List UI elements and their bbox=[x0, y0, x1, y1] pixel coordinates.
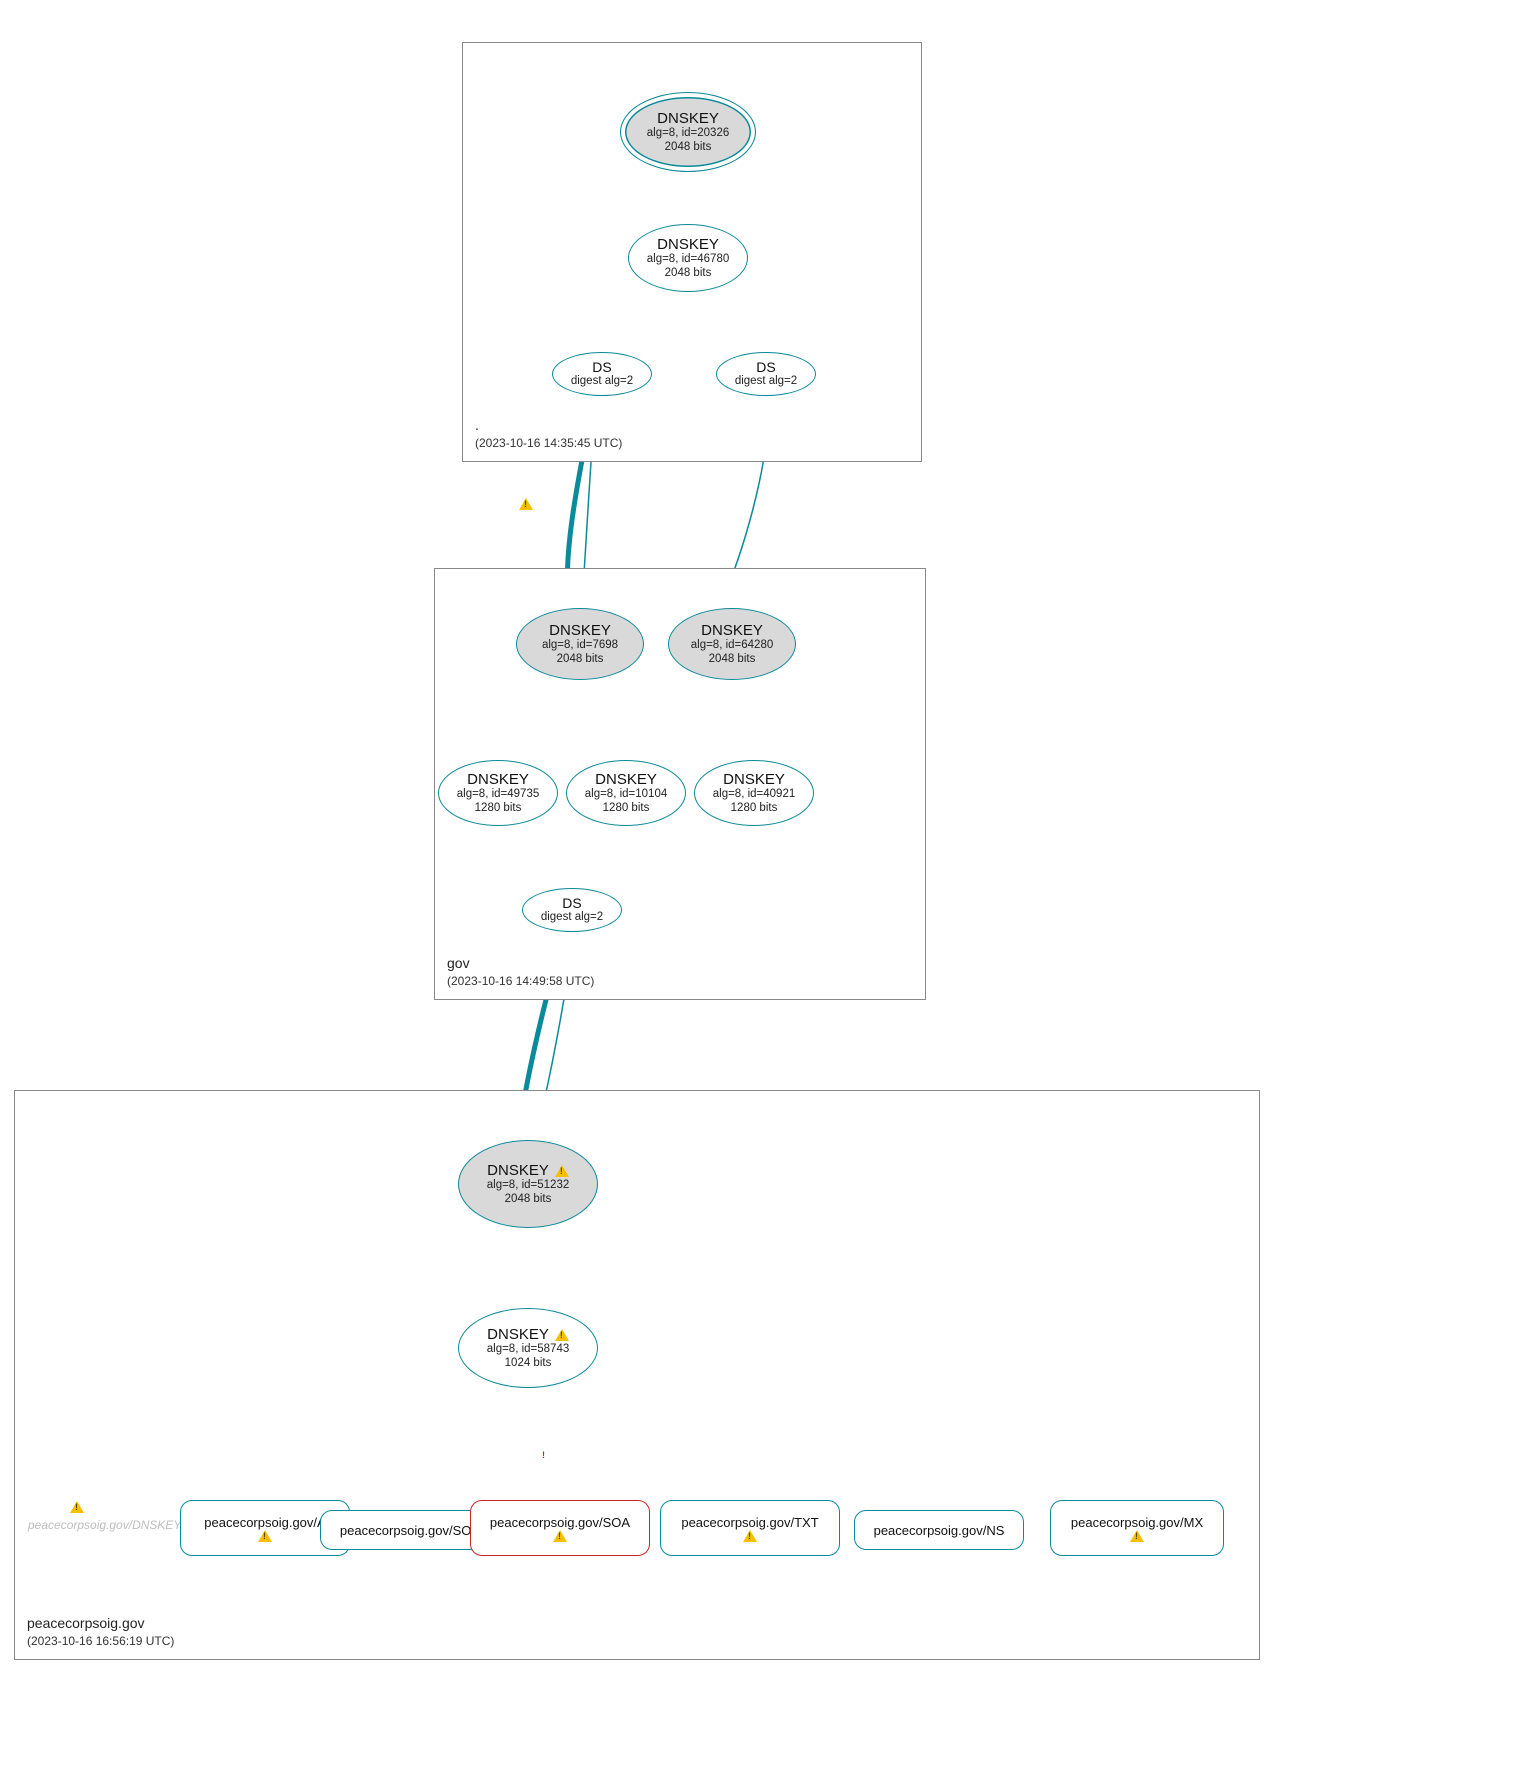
gov-zsk1-line1: alg=8, id=49735 bbox=[457, 788, 540, 801]
leaf-ksk-title: DNSKEY bbox=[487, 1162, 549, 1179]
warning-icon bbox=[1130, 1530, 1144, 1542]
zone-gov-ts: (2023-10-16 14:49:58 UTC) bbox=[447, 973, 594, 989]
zone-gov-label: gov (2023-10-16 14:49:58 UTC) bbox=[447, 954, 594, 989]
gov-zsk2-title: DNSKEY bbox=[595, 771, 657, 788]
node-leaf-ksk: DNSKEY alg=8, id=51232 2048 bits bbox=[458, 1140, 598, 1228]
gov-zsk2-line2: 1280 bits bbox=[603, 802, 650, 815]
rr-ns-label: peacecorpsoig.gov/NS bbox=[874, 1523, 1005, 1538]
gov-ksk1-line2: 2048 bits bbox=[557, 653, 604, 666]
warning-icon bbox=[743, 1530, 757, 1542]
node-gov-zsk2: DNSKEY alg=8, id=10104 1280 bits bbox=[566, 760, 686, 826]
zone-root-name: . bbox=[475, 416, 622, 435]
root-ksk-line1: alg=8, id=20326 bbox=[647, 127, 730, 140]
root-ksk-line2: 2048 bits bbox=[665, 141, 712, 154]
rr-soa2-label: peacecorpsoig.gov/SOA bbox=[490, 1515, 630, 1530]
node-rr-ns: peacecorpsoig.gov/NS bbox=[854, 1510, 1024, 1550]
gov-zsk2-line1: alg=8, id=10104 bbox=[585, 788, 668, 801]
gov-ds-title: DS bbox=[562, 895, 581, 911]
warning-icon bbox=[519, 498, 533, 510]
warning-icon bbox=[555, 1329, 569, 1341]
root-ds2-title: DS bbox=[756, 359, 775, 375]
node-gov-ds: DS digest alg=2 bbox=[522, 888, 622, 932]
zone-leaf-name: peacecorpsoig.gov bbox=[27, 1614, 174, 1633]
node-rr-soa2: peacecorpsoig.gov/SOA bbox=[470, 1500, 650, 1556]
gov-ksk1-line1: alg=8, id=7698 bbox=[542, 639, 618, 652]
warning-icon bbox=[555, 1165, 569, 1177]
node-gov-zsk1: DNSKEY alg=8, id=49735 1280 bits bbox=[438, 760, 558, 826]
node-root-ksk: DNSKEY alg=8, id=20326 2048 bits bbox=[620, 92, 756, 172]
warning-icon bbox=[70, 1501, 84, 1513]
gov-zsk3-line1: alg=8, id=40921 bbox=[713, 788, 796, 801]
gov-zsk3-line2: 1280 bits bbox=[731, 802, 778, 815]
gov-zsk3-title: DNSKEY bbox=[723, 771, 785, 788]
node-root-ds1: DS digest alg=2 bbox=[552, 352, 652, 396]
phantom-dnskey-label: peacecorpsoig.gov/DNSKEY bbox=[28, 1518, 181, 1532]
node-root-ds2: DS digest alg=2 bbox=[716, 352, 816, 396]
leaf-zsk-line2: 1024 bits bbox=[505, 1357, 552, 1370]
root-zsk-line1: alg=8, id=46780 bbox=[647, 253, 730, 266]
rr-txt-label: peacecorpsoig.gov/TXT bbox=[681, 1515, 818, 1530]
zone-leaf: peacecorpsoig.gov (2023-10-16 16:56:19 U… bbox=[14, 1090, 1260, 1660]
error-icon bbox=[536, 1448, 552, 1462]
gov-ds-line1: digest alg=2 bbox=[541, 911, 603, 924]
node-rr-txt: peacecorpsoig.gov/TXT bbox=[660, 1500, 840, 1556]
zone-root-ts: (2023-10-16 14:35:45 UTC) bbox=[475, 435, 622, 451]
rr-mx-label: peacecorpsoig.gov/MX bbox=[1071, 1515, 1203, 1530]
root-ds1-line1: digest alg=2 bbox=[571, 375, 633, 388]
phantom-dnskey: peacecorpsoig.gov/DNSKEY bbox=[28, 1498, 181, 1534]
node-leaf-zsk: DNSKEY alg=8, id=58743 1024 bits bbox=[458, 1308, 598, 1388]
leaf-zsk-title: DNSKEY bbox=[487, 1326, 549, 1343]
root-ksk-title: DNSKEY bbox=[657, 110, 719, 127]
rr-soa1-label: peacecorpsoig.gov/SOA bbox=[340, 1523, 480, 1538]
zone-leaf-ts: (2023-10-16 16:56:19 UTC) bbox=[27, 1633, 174, 1649]
zone-root-label: . (2023-10-16 14:35:45 UTC) bbox=[475, 416, 622, 451]
leaf-ksk-line2: 2048 bits bbox=[505, 1193, 552, 1206]
gov-zsk1-line2: 1280 bits bbox=[475, 802, 522, 815]
gov-ksk1-title: DNSKEY bbox=[549, 622, 611, 639]
warning-icon bbox=[258, 1530, 272, 1542]
gov-ksk2-line1: alg=8, id=64280 bbox=[691, 639, 774, 652]
zone-gov-name: gov bbox=[447, 954, 594, 973]
gov-ksk2-line2: 2048 bits bbox=[709, 653, 756, 666]
node-gov-zsk3: DNSKEY alg=8, id=40921 1280 bits bbox=[694, 760, 814, 826]
warning-icon bbox=[553, 1530, 567, 1542]
zone-leaf-label: peacecorpsoig.gov (2023-10-16 16:56:19 U… bbox=[27, 1614, 174, 1649]
leaf-ksk-line1: alg=8, id=51232 bbox=[487, 1179, 570, 1192]
node-rr-mx: peacecorpsoig.gov/MX bbox=[1050, 1500, 1224, 1556]
gov-ksk2-title: DNSKEY bbox=[701, 622, 763, 639]
root-zsk-title: DNSKEY bbox=[657, 236, 719, 253]
root-ds2-line1: digest alg=2 bbox=[735, 375, 797, 388]
leaf-zsk-line1: alg=8, id=58743 bbox=[487, 1343, 570, 1356]
node-gov-ksk2: DNSKEY alg=8, id=64280 2048 bits bbox=[668, 608, 796, 680]
node-root-zsk: DNSKEY alg=8, id=46780 2048 bits bbox=[628, 224, 748, 292]
root-ds1-title: DS bbox=[592, 359, 611, 375]
root-zsk-line2: 2048 bits bbox=[665, 267, 712, 280]
rr-a-label: peacecorpsoig.gov/A bbox=[204, 1515, 325, 1530]
node-gov-ksk1: DNSKEY alg=8, id=7698 2048 bits bbox=[516, 608, 644, 680]
gov-zsk1-title: DNSKEY bbox=[467, 771, 529, 788]
